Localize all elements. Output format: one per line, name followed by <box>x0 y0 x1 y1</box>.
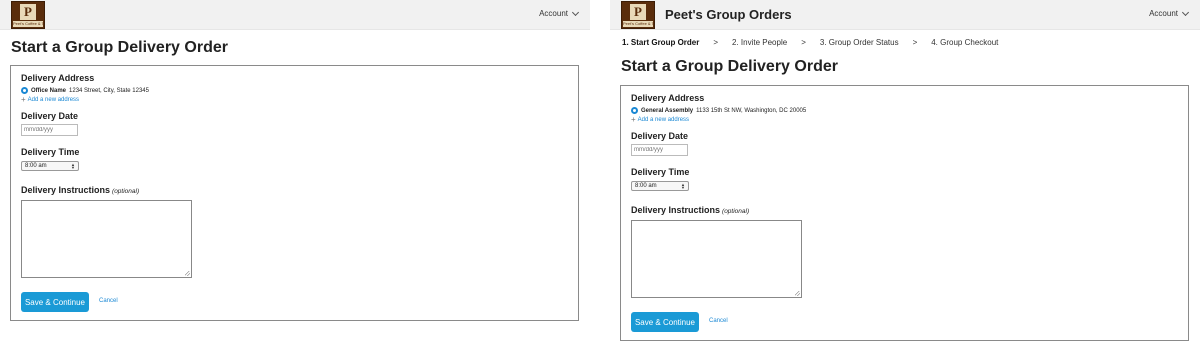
radio-selected-icon[interactable] <box>21 87 28 94</box>
plus-icon: + <box>631 115 636 124</box>
delivery-form: Delivery Address Office Name 1234 Street… <box>10 65 579 321</box>
app-title: Peet's Group Orders <box>665 7 792 22</box>
address-detail: 1133 15th St NW, Washington, DC 20005 <box>696 107 807 114</box>
plus-icon: + <box>21 95 26 104</box>
delivery-address-label: Delivery Address <box>631 93 705 103</box>
instructions-label-text: Delivery Instructions <box>631 205 721 215</box>
account-menu[interactable]: Account <box>539 8 580 18</box>
cancel-link[interactable]: Cancel <box>709 318 728 324</box>
address-option[interactable]: Office Name 1234 Street, City, State 123… <box>21 87 149 94</box>
delivery-form: Delivery Address General Assembly 1133 1… <box>620 85 1189 341</box>
instructions-label-text: Delivery Instructions <box>21 185 111 195</box>
peets-logo-icon[interactable]: P Peet's Coffee & Tea <box>11 1 45 29</box>
resize-handle-icon[interactable] <box>795 291 800 296</box>
delivery-time-label: Delivery Time <box>631 167 690 177</box>
delivery-instructions-textarea[interactable] <box>21 200 192 278</box>
time-value: 8:00 am <box>635 183 657 189</box>
time-value: 8:00 am <box>25 163 47 169</box>
address-option[interactable]: General Assembly 1133 15th St NW, Washin… <box>631 107 806 114</box>
left-mockup: P Peet's Coffee & Tea Account Start a Gr… <box>0 0 590 348</box>
page-title: Start a Group Delivery Order <box>621 58 838 75</box>
delivery-date-input[interactable] <box>21 124 78 136</box>
delivery-time-select[interactable]: 8:00 am ▲ ▼ <box>631 181 689 191</box>
save-continue-button[interactable]: Save & Continue <box>631 312 699 332</box>
delivery-date-label: Delivery Date <box>631 131 689 141</box>
delivery-address-label: Delivery Address <box>21 73 95 83</box>
account-menu[interactable]: Account <box>1149 8 1190 18</box>
logo-wordmark: Peet's Coffee & Tea <box>623 21 653 27</box>
step-separator: > <box>713 38 719 47</box>
progress-steps: 1. Start Group Order > 2. Invite People … <box>622 38 998 47</box>
account-label: Account <box>539 9 568 18</box>
logo-wordmark: Peet's Coffee & Tea <box>13 21 43 27</box>
delivery-time-label: Delivery Time <box>21 147 80 157</box>
delivery-time-select[interactable]: 8:00 am ▲ ▼ <box>21 161 79 171</box>
address-name: General Assembly <box>641 107 694 114</box>
optional-note: (optional) <box>112 188 140 195</box>
delivery-date-input[interactable] <box>631 144 688 156</box>
delivery-instructions-label: Delivery Instructions (optional) <box>631 205 749 215</box>
top-bar: P Peet's Coffee & Tea Account <box>0 0 590 30</box>
chevron-down-icon <box>1181 8 1190 16</box>
step-separator: > <box>912 38 918 47</box>
add-address-link[interactable]: + Add a new address <box>21 95 80 104</box>
add-address-label: Add a new address <box>637 117 690 123</box>
peets-logo-icon[interactable]: P Peet's Coffee & Tea <box>621 1 655 29</box>
page-title: Start a Group Delivery Order <box>11 39 228 56</box>
delivery-instructions-textarea[interactable] <box>631 220 802 298</box>
right-mockup: P Peet's Coffee & Tea Peet's Group Order… <box>610 0 1200 348</box>
select-arrows-icon: ▲ ▼ <box>71 162 75 170</box>
optional-note: (optional) <box>722 208 750 215</box>
account-label: Account <box>1149 9 1178 18</box>
step-start-group-order[interactable]: 1. Start Group Order <box>622 38 699 47</box>
address-name: Office Name <box>31 87 67 94</box>
step-group-checkout[interactable]: 4. Group Checkout <box>931 38 998 47</box>
delivery-date-label: Delivery Date <box>21 111 79 121</box>
add-address-link[interactable]: + Add a new address <box>631 115 690 124</box>
top-bar: P Peet's Coffee & Tea Peet's Group Order… <box>610 0 1200 30</box>
resize-handle-icon[interactable] <box>185 271 190 276</box>
step-separator: > <box>801 38 806 47</box>
step-invite-people[interactable]: 2. Invite People <box>732 38 787 47</box>
save-continue-button[interactable]: Save & Continue <box>21 292 89 312</box>
chevron-down-icon <box>571 8 580 16</box>
delivery-instructions-label: Delivery Instructions (optional) <box>21 185 139 195</box>
radio-selected-icon[interactable] <box>631 107 638 114</box>
step-group-order-status[interactable]: 3. Group Order Status <box>820 38 899 47</box>
select-arrows-icon: ▲ ▼ <box>681 182 685 190</box>
add-address-label: Add a new address <box>27 97 80 103</box>
address-detail: 1234 Street, City, State 12345 <box>69 87 149 94</box>
cancel-link[interactable]: Cancel <box>99 298 118 304</box>
